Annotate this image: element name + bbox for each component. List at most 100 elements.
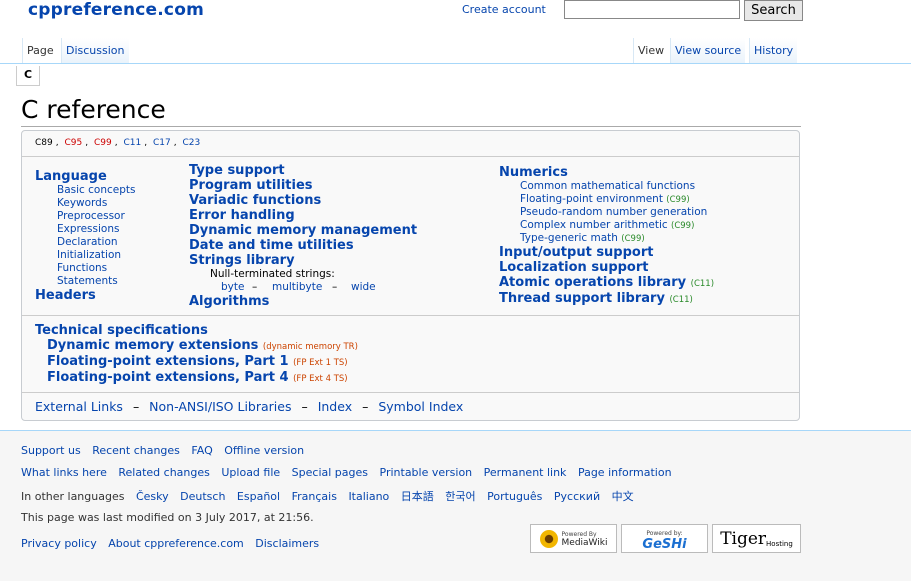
- footer-row-languages: In other languages Česky Deutsch Español…: [21, 488, 642, 504]
- lang-francais-link[interactable]: Français: [292, 490, 337, 503]
- lang-italiano-link[interactable]: Italiano: [348, 490, 389, 503]
- privacy-policy-link[interactable]: Privacy policy: [21, 537, 97, 550]
- atomic-ops-link[interactable]: Atomic operations library (C11): [499, 275, 714, 290]
- standard-c11[interactable]: C11: [124, 138, 142, 148]
- dynamic-memory-link[interactable]: Dynamic memory management: [189, 223, 417, 238]
- site-logo[interactable]: cppreference.com: [28, 0, 204, 20]
- standard-c95[interactable]: C95: [65, 138, 83, 148]
- type-support-link[interactable]: Type support: [189, 163, 285, 178]
- statements-link[interactable]: Statements: [57, 275, 118, 287]
- tab-history[interactable]: History: [749, 38, 798, 63]
- bottom-links: External Links – Non-ANSI/ISO Libraries …: [35, 399, 463, 414]
- standard-c99[interactable]: C99: [94, 138, 112, 148]
- separator: –: [132, 399, 140, 414]
- non-ansi-libraries-link[interactable]: Non-ANSI/ISO Libraries: [149, 399, 291, 414]
- basic-concepts-link[interactable]: Basic concepts: [57, 184, 135, 196]
- c11-tag: (C11): [669, 295, 693, 305]
- faq-link[interactable]: FAQ: [191, 444, 212, 457]
- lang-russian-link[interactable]: Русский: [554, 490, 600, 503]
- title-divider: [21, 126, 801, 127]
- about-link[interactable]: About cppreference.com: [108, 537, 244, 550]
- expressions-link[interactable]: Expressions: [57, 223, 119, 235]
- language-link[interactable]: Language: [35, 169, 107, 184]
- program-utilities-link[interactable]: Program utilities: [189, 178, 313, 193]
- standards-row: C89, C95, C99, C11, C17, C23: [35, 138, 201, 148]
- wide-link[interactable]: wide: [351, 281, 376, 293]
- standard-c89[interactable]: C89: [35, 138, 53, 148]
- thread-support-link[interactable]: Thread support library (C11): [499, 291, 693, 306]
- numerics-link[interactable]: Numerics: [499, 165, 568, 180]
- initialization-link[interactable]: Initialization: [57, 249, 121, 261]
- headers-link[interactable]: Headers: [35, 288, 96, 303]
- strings-library-link[interactable]: Strings library: [189, 253, 295, 268]
- fp-ext-part1-link[interactable]: Floating-point extensions, Part 1 (FP Ex…: [47, 354, 348, 369]
- standard-c17[interactable]: C17: [153, 138, 171, 148]
- recent-changes-link[interactable]: Recent changes: [92, 444, 180, 457]
- algorithms-link[interactable]: Algorithms: [189, 294, 269, 309]
- geshi-badge[interactable]: Powered by: GeSHi: [621, 524, 708, 553]
- page-information-link[interactable]: Page information: [578, 466, 672, 479]
- io-support-link[interactable]: Input/output support: [499, 245, 653, 260]
- preprocessor-link[interactable]: Preprocessor: [57, 210, 125, 222]
- mediawiki-badge-text: Powered By MediaWiki: [561, 530, 608, 548]
- related-changes-link[interactable]: Related changes: [118, 466, 210, 479]
- ts-tag: (FP Ext 1 TS): [293, 358, 348, 368]
- disclaimers-link[interactable]: Disclaimers: [255, 537, 319, 550]
- divider: [22, 156, 799, 157]
- functions-link[interactable]: Functions: [57, 262, 107, 274]
- multibyte-link[interactable]: multibyte: [272, 281, 322, 293]
- keywords-link[interactable]: Keywords: [57, 197, 107, 209]
- lang-korean-link[interactable]: 한국어: [445, 490, 475, 503]
- search-button[interactable]: Search: [744, 0, 803, 21]
- upload-file-link[interactable]: Upload file: [221, 466, 280, 479]
- footer-row-legal: Privacy policy About cppreference.com Di…: [21, 537, 327, 550]
- lang-cesky-link[interactable]: Česky: [136, 490, 169, 503]
- lang-deutsch-link[interactable]: Deutsch: [180, 490, 225, 503]
- ts-tag: (dynamic memory TR): [262, 342, 358, 352]
- fp-environment-link[interactable]: Floating-point environment (C99): [520, 193, 690, 205]
- breadcrumb[interactable]: C: [16, 66, 40, 86]
- lang-espanol-link[interactable]: Español: [237, 490, 280, 503]
- tab-view[interactable]: View: [633, 38, 669, 63]
- standard-c23[interactable]: C23: [183, 138, 201, 148]
- complex-arithmetic-link[interactable]: Complex number arithmetic (C99): [520, 219, 694, 231]
- separator: –: [332, 281, 338, 293]
- tab-discussion[interactable]: Discussion: [61, 38, 129, 63]
- what-links-here-link[interactable]: What links here: [21, 466, 107, 479]
- lang-japanese-link[interactable]: 日本語: [401, 490, 434, 503]
- tab-page[interactable]: Page: [22, 38, 58, 63]
- ts-tag: (FP Ext 4 TS): [293, 374, 348, 384]
- search-input[interactable]: [564, 0, 740, 19]
- tech-specs-link[interactable]: Technical specifications: [35, 323, 208, 338]
- mediawiki-badge[interactable]: Powered By MediaWiki: [530, 524, 617, 553]
- offline-version-link[interactable]: Offline version: [224, 444, 304, 457]
- common-math-link[interactable]: Common mathematical functions: [520, 180, 695, 192]
- lang-chinese-link[interactable]: 中文: [612, 490, 634, 503]
- tiger-hosting-badge[interactable]: Tiger Hosting: [712, 524, 801, 553]
- printable-version-link[interactable]: Printable version: [380, 466, 473, 479]
- support-us-link[interactable]: Support us: [21, 444, 81, 457]
- type-generic-math-link[interactable]: Type-generic math (C99): [520, 232, 645, 244]
- tab-divider: [0, 63, 911, 64]
- symbol-index-link[interactable]: Symbol Index: [378, 399, 463, 414]
- null-terminated-label: Null-terminated strings:: [210, 268, 335, 280]
- index-link[interactable]: Index: [318, 399, 352, 414]
- special-pages-link[interactable]: Special pages: [292, 466, 368, 479]
- variadic-functions-link[interactable]: Variadic functions: [189, 193, 321, 208]
- error-handling-link[interactable]: Error handling: [189, 208, 295, 223]
- fp-ext-part4-link[interactable]: Floating-point extensions, Part 4 (FP Ex…: [47, 370, 348, 385]
- top-bar: cppreference.com Create account Search P…: [0, 0, 911, 64]
- localization-link[interactable]: Localization support: [499, 260, 649, 275]
- dynamic-memory-ext-link[interactable]: Dynamic memory extensions (dynamic memor…: [47, 338, 358, 353]
- declaration-link[interactable]: Declaration: [57, 236, 118, 248]
- date-time-link[interactable]: Date and time utilities: [189, 238, 354, 253]
- page-title: C reference: [21, 95, 166, 124]
- tab-view-source[interactable]: View source: [670, 38, 746, 63]
- c11-tag: (C11): [690, 279, 715, 289]
- lang-portugues-link[interactable]: Português: [487, 490, 542, 503]
- create-account-link[interactable]: Create account: [462, 3, 546, 16]
- byte-link[interactable]: byte: [221, 281, 244, 293]
- permanent-link[interactable]: Permanent link: [484, 466, 567, 479]
- external-links-link[interactable]: External Links: [35, 399, 123, 414]
- random-number-link[interactable]: Pseudo-random number generation: [520, 206, 707, 218]
